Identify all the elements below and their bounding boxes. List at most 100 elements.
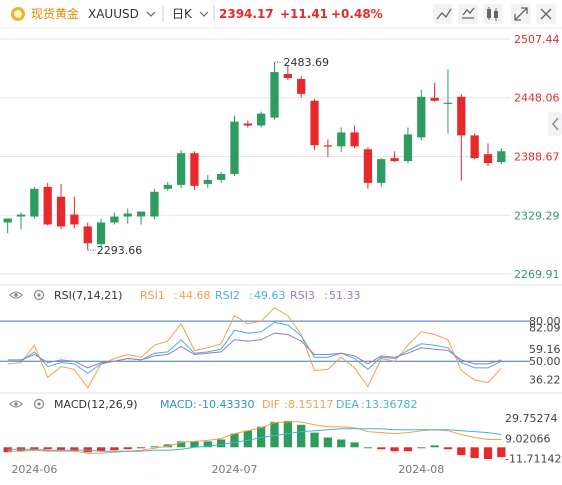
price-panel: 2483.69 2293.66	[0, 38, 510, 275]
candle-body	[176, 153, 186, 185]
macd-bar	[417, 447, 426, 449]
rsi2-name: RSI2	[215, 289, 240, 302]
price-tick-label: 2329.29	[514, 209, 560, 222]
rsi3-name: RSI3	[290, 289, 315, 302]
x-tick-label: 2024-06	[11, 463, 57, 476]
rsi2-colon: :	[249, 289, 253, 302]
last-price: 2394.17	[219, 7, 274, 21]
candle-body	[470, 135, 479, 159]
gold-coin-icon	[11, 7, 25, 21]
header-bar: 现货黄金 XAUUSD 日K 2394.17 +11.41 +0.48%	[11, 4, 556, 24]
rsi-line-3	[7, 332, 502, 369]
x-tick-label: 2024-08	[398, 463, 444, 476]
indicator-icon[interactable]	[483, 4, 503, 24]
macd-bar	[217, 439, 226, 448]
eye-icon[interactable]	[9, 400, 23, 408]
candle-body	[337, 132, 346, 147]
macd-tick-label: 29.75274	[505, 412, 558, 425]
macd-bar	[310, 432, 319, 448]
price-change-pct: +0.48%	[331, 7, 383, 21]
candle-body	[270, 72, 279, 118]
chevron-down-icon[interactable]	[199, 11, 209, 17]
candle-body	[96, 222, 106, 245]
price-change: +11.41	[280, 7, 328, 21]
macd-bar	[350, 442, 359, 448]
candle-body	[377, 159, 386, 183]
expand-icon[interactable]	[511, 4, 531, 24]
candle-body	[310, 100, 319, 146]
chart-canvas: 现货黄金 XAUUSD 日K 2394.17 +11.41 +0.48% 248…	[0, 4, 562, 476]
macd-bar	[150, 446, 159, 448]
rsi1-colon: :	[174, 289, 178, 302]
candle-body	[457, 96, 466, 136]
chart-settings-icon[interactable]	[433, 4, 453, 24]
macd-bar	[243, 430, 252, 448]
dif-line	[7, 421, 502, 454]
candle-body	[390, 158, 399, 162]
symbol-name[interactable]: 现货黄金	[31, 6, 79, 21]
candle-body	[150, 191, 159, 217]
candle-body	[243, 123, 252, 126]
candle-body	[497, 151, 506, 163]
candle-body	[30, 188, 39, 217]
macd-colon: :	[193, 398, 197, 411]
rsi-tick-label: 82.09	[529, 321, 561, 334]
high-price-label: 2483.69	[284, 56, 330, 69]
macd-name: MACD	[160, 398, 193, 411]
candle-body	[83, 226, 92, 244]
candle-body	[417, 96, 426, 138]
eye-icon[interactable]	[9, 291, 23, 299]
interval-label[interactable]: 日K	[172, 7, 193, 21]
dea-line	[7, 428, 502, 452]
candle-body	[403, 134, 413, 162]
macd-tick-label: -11.71142	[505, 453, 561, 466]
candle-body	[443, 102, 453, 104]
price-tick-label: 2448.06	[514, 92, 560, 105]
gear-icon[interactable]	[33, 398, 45, 410]
rsi-tick-label: 59.16	[529, 343, 561, 356]
x-tick-label: 2024-07	[212, 463, 258, 476]
collapse-arrow-icon[interactable]	[548, 112, 562, 136]
symbol-code[interactable]: XAUUSD	[88, 7, 139, 21]
dif-name: DIF	[262, 398, 280, 411]
dea-name: DEA	[336, 398, 359, 411]
candle-style-icon[interactable]	[458, 4, 478, 24]
x-axis: 2024-06 2024-07 2024-08	[11, 463, 444, 476]
macd-bar	[270, 421, 279, 448]
price-tick-label: 2269.91	[514, 268, 560, 281]
macd-title: MACD(12,26,9)	[54, 398, 138, 411]
rsi3-value: 51.33	[329, 289, 361, 302]
rsi2-value: 49.63	[254, 289, 286, 302]
candle-body	[190, 153, 199, 186]
candle-body	[230, 121, 239, 174]
price-tick-label: 2388.67	[514, 151, 560, 164]
candle-body	[217, 173, 226, 180]
candle-body	[323, 145, 333, 147]
macd-value: -10.43330	[198, 398, 254, 411]
macd-panel: 29.75274 9.02066 -11.71142	[3, 412, 561, 466]
chevron-down-icon[interactable]	[146, 11, 156, 17]
chart-root: 现货黄金 XAUUSD 日K 2394.17 +11.41 +0.48% 248…	[0, 0, 562, 481]
macd-bar	[483, 447, 493, 460]
macd-bar	[337, 439, 346, 448]
candle-body	[110, 216, 119, 223]
candle-body	[43, 186, 52, 225]
gear-icon[interactable]	[33, 289, 45, 301]
candle-body	[297, 79, 306, 94]
candle-body	[257, 113, 266, 126]
dea-value: 13.36782	[365, 398, 418, 411]
macd-bar	[443, 447, 453, 450]
candle-body	[3, 218, 12, 223]
macd-bar	[377, 447, 386, 450]
rsi-tick-label: 50.00	[529, 355, 561, 368]
macd-bar	[430, 445, 439, 448]
macd-bar	[390, 447, 399, 452]
close-icon[interactable]	[536, 4, 556, 24]
candle-body	[283, 74, 292, 79]
macd-legend: MACD(12,26,9) MACD : -10.43330 DIF : 8.1…	[9, 398, 418, 411]
macd-bar	[230, 433, 239, 448]
rsi1-name: RSI1	[140, 289, 165, 302]
candle-body	[16, 214, 26, 217]
macd-bar	[403, 447, 413, 452]
rsi-panel: 80.0082.0959.1650.0036.22	[0, 307, 561, 389]
